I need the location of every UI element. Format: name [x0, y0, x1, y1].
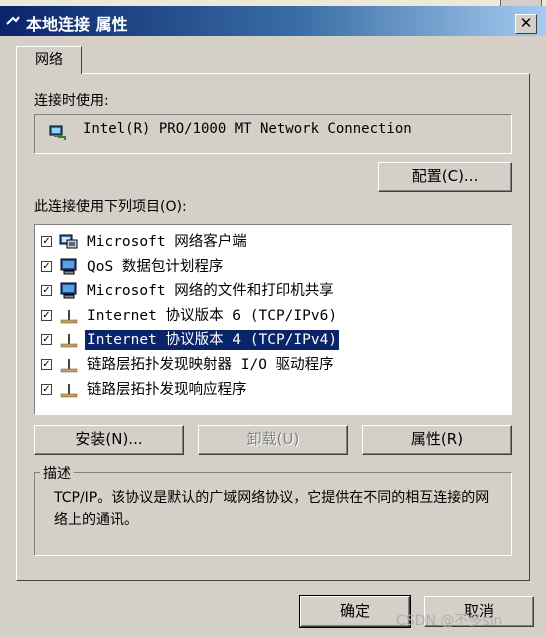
- item-label: QoS 数据包计划程序: [87, 258, 224, 275]
- install-button[interactable]: 安装(N)...: [34, 425, 184, 455]
- item-checkbox[interactable]: ✓: [41, 383, 52, 395]
- uninstall-button: 卸载(U): [198, 425, 348, 455]
- properties-button[interactable]: 属性(R): [362, 425, 512, 455]
- item-label: Internet 协议版本 6 (TCP/IPv6): [87, 307, 338, 324]
- protocol-icon: [59, 381, 79, 399]
- item-label: 链路层拓扑发现响应程序: [87, 381, 247, 398]
- protocol-icon: [59, 331, 79, 349]
- ok-button[interactable]: 确定: [299, 595, 411, 628]
- item-checkbox[interactable]: ✓: [41, 334, 52, 346]
- computer-service-icon: [59, 282, 79, 300]
- item-checkbox[interactable]: ✓: [41, 309, 52, 321]
- adapter-name: Intel(R) PRO/1000 MT Network Connection: [83, 121, 412, 137]
- list-item[interactable]: ✓ Internet 协议版本 4 (TCP/IPv4): [35, 329, 511, 352]
- network-connection-icon: [6, 15, 20, 27]
- item-label: Microsoft 网络客户端: [87, 234, 247, 250]
- adapter-field: Intel(R) PRO/1000 MT Network Connection: [34, 114, 512, 154]
- list-item[interactable]: ✓ QoS 数据包计划程序: [35, 256, 511, 278]
- window-title: 本地连接 属性: [26, 15, 128, 34]
- network-adapter-icon: [49, 125, 67, 141]
- description-legend: 描述: [40, 463, 74, 483]
- item-label: Microsoft 网络的文件和打印机共享: [87, 283, 334, 300]
- item-checkbox[interactable]: ✓: [41, 260, 52, 272]
- computer-service-icon: [59, 258, 79, 276]
- connect-using-label: 连接时使用:: [34, 93, 109, 109]
- item-checkbox[interactable]: ✓: [41, 285, 52, 297]
- list-item[interactable]: ✓ 链路层拓扑发现映射器 I/O 驱动程序: [35, 354, 511, 376]
- network-client-icon: [59, 233, 79, 251]
- item-checkbox[interactable]: ✓: [41, 359, 52, 370]
- item-label: Internet 协议版本 4 (TCP/IPv4): [83, 329, 341, 352]
- item-label: 链路层拓扑发现映射器 I/O 驱动程序: [87, 357, 334, 373]
- watermark: CSDN @不多sin: [396, 613, 503, 629]
- item-checkbox[interactable]: ✓: [41, 236, 52, 247]
- protocol-icon: [59, 307, 79, 325]
- list-item[interactable]: ✓ Microsoft 网络客户端: [35, 231, 511, 253]
- tab-network[interactable]: 网络: [16, 46, 82, 74]
- list-item[interactable]: ✓ 链路层拓扑发现响应程序: [35, 379, 511, 401]
- list-item[interactable]: ✓ Internet 协议版本 6 (TCP/IPv6): [35, 305, 511, 327]
- title-bar[interactable]: 本地连接 属性 ✕: [0, 6, 546, 36]
- description-text: TCP/IP。该协议是默认的广域网络协议，它提供在不同的相互连接的网络上的通讯。: [54, 490, 490, 528]
- components-list[interactable]: ✓ Microsoft 网络客户端 ✓ QoS 数据包计划程序 ✓ Microsoft 网…: [34, 224, 512, 415]
- items-label: 此连接使用下列项目(O):: [34, 199, 187, 215]
- configure-button[interactable]: 配置(C)...: [378, 162, 512, 192]
- close-button[interactable]: ✕: [515, 14, 537, 34]
- protocol-icon: [59, 356, 79, 374]
- list-item[interactable]: ✓ Microsoft 网络的文件和打印机共享: [35, 280, 511, 302]
